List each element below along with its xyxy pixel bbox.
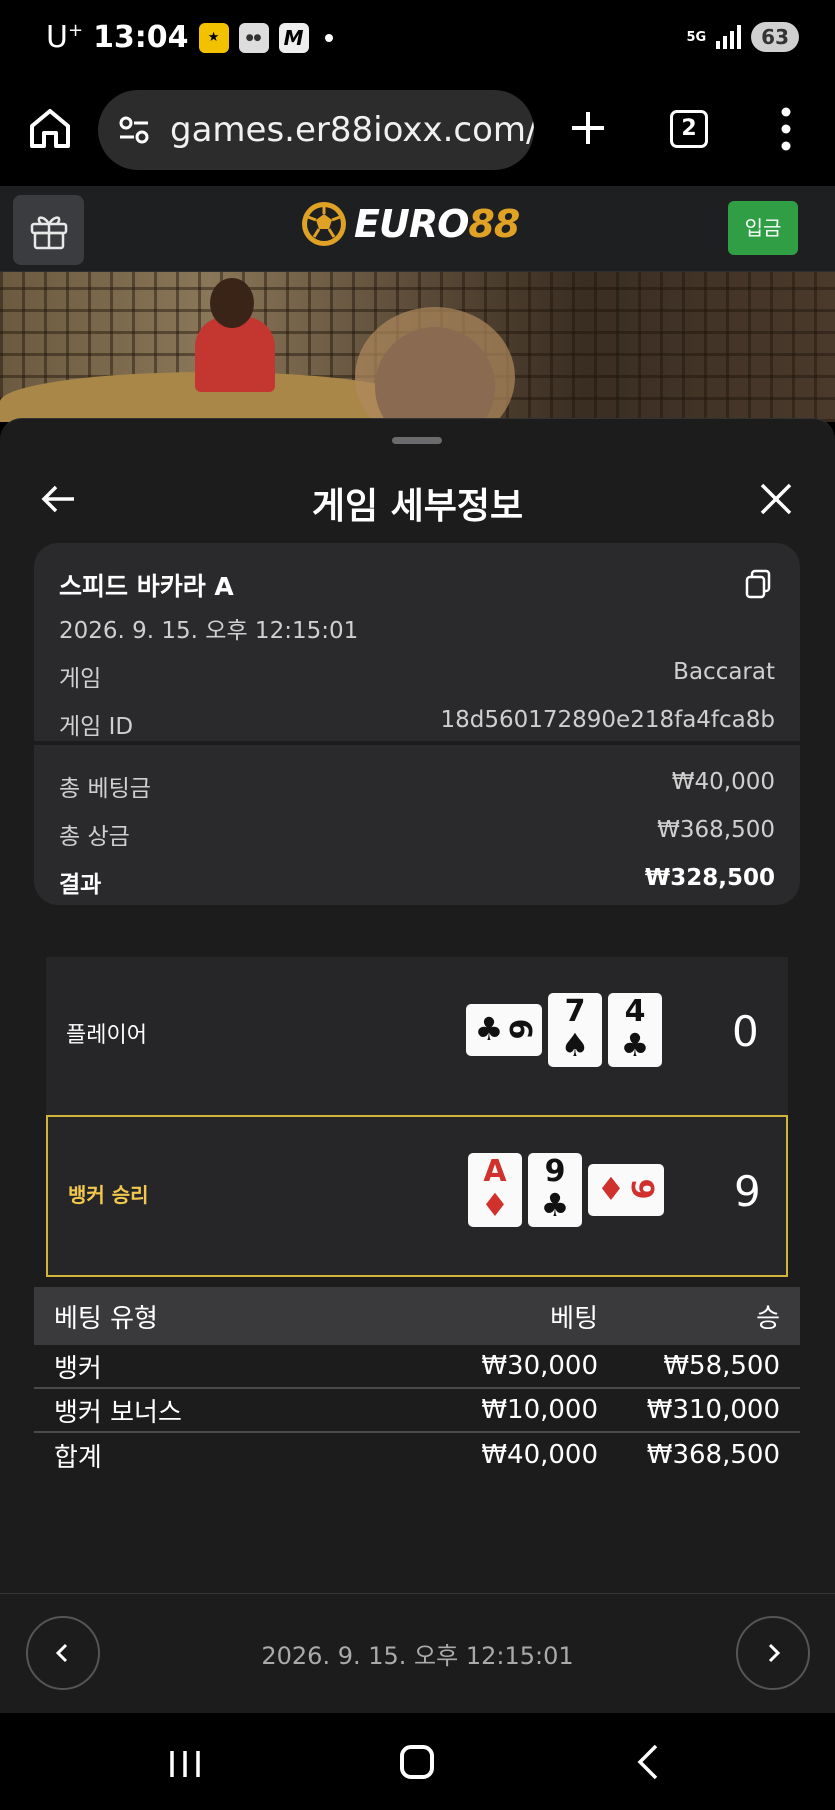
- battery-indicator: 63: [751, 22, 799, 52]
- win-amount-cell: ₩58,500: [663, 1351, 780, 1381]
- m-app-icon: M: [278, 22, 309, 53]
- bet-amount-cell: ₩30,000: [481, 1351, 598, 1381]
- bet-table: 베팅 유형 베팅 승 뱅커 ₩30,000 ₩58,500 뱅커 보너스 ₩10…: [34, 1287, 800, 1477]
- summary-label: 총 상금: [59, 824, 130, 850]
- info-label: 게임 ID: [59, 714, 134, 740]
- column-header: 베팅 유형: [54, 1303, 158, 1334]
- summary-value: ₩368,500: [657, 817, 775, 843]
- playing-card: 6 ♣: [466, 1004, 542, 1056]
- table-row: 뱅커 ₩30,000 ₩58,500: [34, 1345, 800, 1389]
- info-label: 게임: [59, 666, 102, 692]
- round-navigation: 2026. 9. 15. 오후 12:15:01: [0, 1593, 835, 1714]
- status-bar: U+ 13:04 ★ ●● M 5G 63: [0, 0, 835, 80]
- info-value: 18d560172890e218fa4fca8b: [440, 707, 775, 733]
- bet-amount-cell: ₩10,000: [481, 1395, 598, 1425]
- column-header: 승: [756, 1303, 780, 1334]
- summary-card: 총 베팅금 ₩40,000 총 상금 ₩368,500 결과 ₩328,500: [34, 745, 800, 905]
- round-datetime: 2026. 9. 15. 오후 12:15:01: [261, 1642, 574, 1670]
- table-header: 베팅 유형 베팅 승: [34, 1287, 800, 1345]
- info-row-game-id: 게임 ID 18d560172890e218fa4fca8b: [59, 707, 775, 741]
- soccer-ball-icon: [302, 202, 346, 246]
- winner-label: 뱅커 승리: [68, 1183, 149, 1207]
- banker-cards: A ♦ 9 ♣ 9 ♦: [468, 1153, 664, 1227]
- summary-row-total-win: 총 상금 ₩368,500: [59, 817, 775, 851]
- network-type: 5G: [686, 29, 707, 45]
- bet-amount-cell: ₩40,000: [481, 1440, 598, 1470]
- info-value: Baccarat: [673, 659, 775, 685]
- live-video-backdrop: [0, 272, 835, 422]
- player-cards: 6 ♣ 7 ♠ 4 ♣: [466, 993, 662, 1067]
- gift-button[interactable]: [13, 195, 84, 265]
- browser-toolbar: games.er88ioxx.com/ 2: [0, 80, 835, 186]
- clock: 13:04: [93, 20, 189, 55]
- summary-value: ₩40,000: [671, 769, 775, 795]
- game-name: 스피드 바카라 A: [59, 572, 234, 601]
- playing-card: 7 ♠: [548, 993, 602, 1067]
- bet-type-cell: 합계: [54, 1442, 102, 1473]
- summary-label: 총 베팅금: [59, 776, 151, 802]
- signal-icon: [716, 25, 742, 49]
- playing-card: 9 ♦: [588, 1164, 664, 1216]
- column-header: 베팅: [550, 1303, 598, 1334]
- summary-row-result: 결과 ₩328,500: [59, 865, 775, 899]
- site-header: EURO88 입금: [0, 186, 835, 272]
- chevron-right-icon: [768, 1643, 781, 1663]
- summary-label: 결과: [59, 872, 102, 898]
- more-notifications-icon: [324, 33, 333, 42]
- banker-hand: 뱅커 승리 A ♦ 9 ♣ 9 ♦ 9: [46, 1115, 788, 1277]
- site-logo[interactable]: EURO88: [300, 200, 520, 248]
- url-text: games.er88ioxx.com/: [170, 110, 534, 150]
- player-hand: 플레이어 6 ♣ 7 ♠ 4 ♣ 0: [46, 957, 788, 1115]
- info-row-game: 게임 Baccarat: [59, 659, 775, 693]
- hand-label: 플레이어: [66, 1023, 147, 1048]
- copy-icon[interactable]: [744, 569, 772, 599]
- bet-type-cell: 뱅커 보너스: [54, 1397, 182, 1428]
- notification-app-icon: ★: [198, 22, 229, 53]
- playing-card: A ♦: [468, 1153, 522, 1227]
- game-info-card: 스피드 바카라 A 2026. 9. 15. 오후 12:15:01 게임 Ba…: [34, 543, 800, 741]
- sheet-title: 게임 세부정보: [311, 486, 524, 527]
- recent-apps-icon[interactable]: [168, 1749, 202, 1779]
- home-icon[interactable]: [28, 106, 72, 150]
- game-details-sheet: 게임 세부정보 스피드 바카라 A 2026. 9. 15. 오후 12:15:…: [0, 418, 835, 1713]
- more-options-icon[interactable]: [780, 104, 792, 154]
- summary-row-total-bet: 총 베팅금 ₩40,000: [59, 769, 775, 803]
- logo-text-88: 88: [468, 202, 520, 246]
- sheet-header: 게임 세부정보: [0, 459, 835, 539]
- buds-icon: ●●: [238, 22, 269, 53]
- win-amount-cell: ₩368,500: [646, 1440, 780, 1470]
- logo-text-euro: EURO: [354, 202, 469, 246]
- game-datetime: 2026. 9. 15. 오후 12:15:01: [59, 618, 359, 644]
- system-navigation-bar: [0, 1713, 835, 1810]
- carrier-label: U+: [46, 20, 84, 55]
- playing-card: 9 ♣: [528, 1153, 582, 1227]
- sheet-drag-handle[interactable]: [392, 437, 442, 444]
- summary-value: ₩328,500: [644, 865, 775, 891]
- address-bar[interactable]: games.er88ioxx.com/: [98, 90, 534, 170]
- tab-switcher-button[interactable]: 2: [670, 110, 708, 148]
- new-tab-icon[interactable]: [568, 108, 608, 148]
- win-amount-cell: ₩310,000: [646, 1395, 780, 1425]
- next-round-button[interactable]: [736, 1616, 810, 1690]
- close-icon[interactable]: [758, 481, 794, 517]
- home-button-icon[interactable]: [400, 1745, 434, 1779]
- hand-score: 0: [732, 1007, 759, 1056]
- gift-icon: [30, 216, 67, 250]
- deposit-button[interactable]: 입금: [728, 201, 798, 255]
- table-row-total: 합계 ₩40,000 ₩368,500: [34, 1433, 800, 1477]
- site-settings-icon[interactable]: [118, 114, 150, 146]
- system-back-icon[interactable]: [636, 1743, 660, 1781]
- bet-type-cell: 뱅커: [54, 1353, 102, 1384]
- playing-card: 4 ♣: [608, 993, 662, 1067]
- hand-score: 9: [734, 1167, 761, 1216]
- table-row: 뱅커 보너스 ₩10,000 ₩310,000: [34, 1389, 800, 1433]
